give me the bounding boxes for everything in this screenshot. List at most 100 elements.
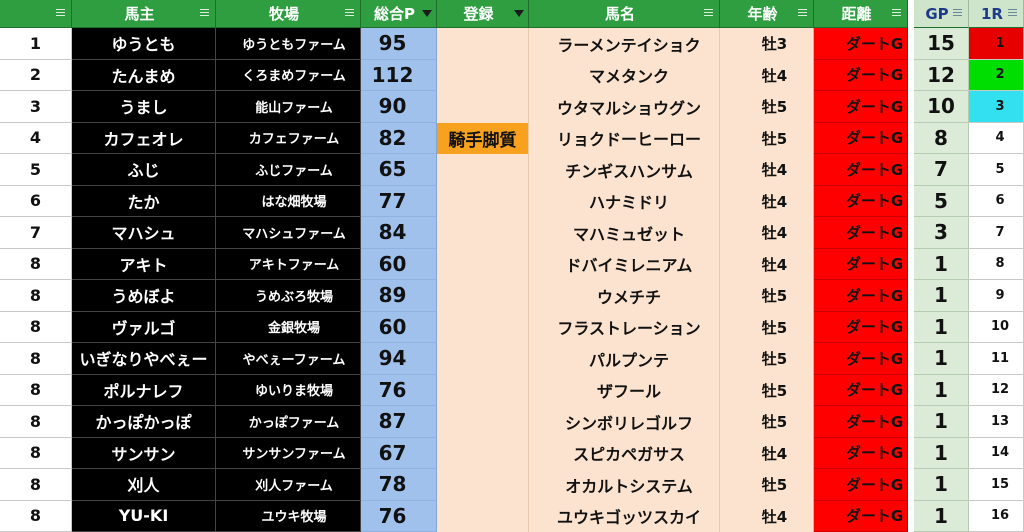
registration-cell[interactable] [437, 248, 529, 280]
horse-name-cell[interactable]: パルプンテ [529, 343, 720, 375]
round1-cell[interactable]: 15 [969, 469, 1024, 501]
round1-cell[interactable]: 12 [969, 374, 1024, 406]
gp-cell[interactable]: 1 [914, 374, 969, 406]
header-registration[interactable]: 登録 [437, 0, 529, 28]
round1-cell[interactable]: 3 [969, 91, 1024, 123]
filter-dropdown-icon[interactable] [798, 8, 809, 19]
filter-dropdown-icon[interactable] [1008, 8, 1019, 19]
points-cell[interactable]: 87 [361, 406, 437, 438]
header-owner[interactable]: 馬主 [72, 0, 216, 28]
owner-cell[interactable]: たんまめ [72, 59, 216, 91]
owner-cell[interactable]: ふじ [72, 154, 216, 186]
points-cell[interactable]: 76 [361, 500, 437, 532]
registration-cell[interactable] [437, 59, 529, 91]
points-cell[interactable]: 82 [361, 122, 437, 154]
owner-cell[interactable]: ゆうとも [72, 28, 216, 60]
rank-cell[interactable]: 8 [0, 469, 72, 501]
points-cell[interactable]: 77 [361, 185, 437, 217]
round1-cell[interactable]: 4 [969, 122, 1024, 154]
owner-cell[interactable]: うめぼよ [72, 280, 216, 312]
owner-cell[interactable]: アキト [72, 248, 216, 280]
distance-cell[interactable]: ダートG [814, 28, 908, 60]
farm-cell[interactable]: うめぶろ牧場 [216, 280, 361, 312]
points-cell[interactable]: 95 [361, 28, 437, 60]
distance-cell[interactable]: ダートG [814, 500, 908, 532]
farm-cell[interactable]: 刈人ファーム [216, 469, 361, 501]
rank-cell[interactable]: 8 [0, 437, 72, 469]
registration-cell[interactable] [437, 406, 529, 438]
rank-cell[interactable]: 5 [0, 154, 72, 186]
gp-cell[interactable]: 15 [914, 28, 969, 60]
rank-cell[interactable]: 8 [0, 280, 72, 312]
farm-cell[interactable]: ゆいりま牧場 [216, 374, 361, 406]
horse-name-cell[interactable]: ドバイミレニアム [529, 248, 720, 280]
round1-cell[interactable]: 16 [969, 500, 1024, 532]
rank-cell[interactable]: 2 [0, 59, 72, 91]
distance-cell[interactable]: ダートG [814, 374, 908, 406]
rank-cell[interactable]: 4 [0, 122, 72, 154]
horse-name-cell[interactable]: フラストレーション [529, 311, 720, 343]
gp-cell[interactable]: 1 [914, 311, 969, 343]
age-cell[interactable]: 牡5 [720, 469, 814, 501]
gp-cell[interactable]: 1 [914, 280, 969, 312]
gp-cell[interactable]: 12 [914, 59, 969, 91]
header-r1[interactable]: 1R [969, 0, 1024, 28]
distance-cell[interactable]: ダートG [814, 217, 908, 249]
farm-cell[interactable]: ふじファーム [216, 154, 361, 186]
age-cell[interactable]: 牡5 [720, 91, 814, 123]
distance-cell[interactable]: ダートG [814, 280, 908, 312]
farm-cell[interactable]: マハシュファーム [216, 217, 361, 249]
gp-cell[interactable]: 10 [914, 91, 969, 123]
round1-cell[interactable]: 8 [969, 248, 1024, 280]
filter-dropdown-icon[interactable] [56, 8, 67, 19]
rank-cell[interactable]: 8 [0, 406, 72, 438]
distance-cell[interactable]: ダートG [814, 91, 908, 123]
horse-name-cell[interactable]: シンボリレゴルフ [529, 406, 720, 438]
farm-cell[interactable]: やべぇーファーム [216, 343, 361, 375]
filter-active-icon[interactable] [513, 8, 524, 19]
round1-cell[interactable]: 14 [969, 437, 1024, 469]
age-cell[interactable]: 牡4 [720, 248, 814, 280]
distance-cell[interactable]: ダートG [814, 59, 908, 91]
rank-cell[interactable]: 3 [0, 91, 72, 123]
points-cell[interactable]: 89 [361, 280, 437, 312]
round1-cell[interactable]: 11 [969, 343, 1024, 375]
age-cell[interactable]: 牡3 [720, 28, 814, 60]
rank-cell[interactable]: 7 [0, 217, 72, 249]
distance-cell[interactable]: ダートG [814, 343, 908, 375]
age-cell[interactable]: 牡5 [720, 122, 814, 154]
round1-cell[interactable]: 6 [969, 185, 1024, 217]
gp-cell[interactable]: 1 [914, 343, 969, 375]
points-cell[interactable]: 94 [361, 343, 437, 375]
round1-cell[interactable]: 10 [969, 311, 1024, 343]
rank-cell[interactable]: 8 [0, 248, 72, 280]
filter-dropdown-icon[interactable] [345, 8, 356, 19]
age-cell[interactable]: 牡4 [720, 500, 814, 532]
horse-name-cell[interactable]: ユウキゴッツスカイ [529, 500, 720, 532]
owner-cell[interactable]: 刈人 [72, 469, 216, 501]
gp-cell[interactable]: 7 [914, 154, 969, 186]
filter-dropdown-icon[interactable] [200, 8, 211, 19]
horse-name-cell[interactable]: リョクドーヒーロー [529, 122, 720, 154]
horse-name-cell[interactable]: ハナミドリ [529, 185, 720, 217]
farm-cell[interactable]: 能山ファーム [216, 91, 361, 123]
horse-name-cell[interactable]: チンギスハンサム [529, 154, 720, 186]
header-horse[interactable]: 馬名 [529, 0, 720, 28]
farm-cell[interactable]: くろまめファーム [216, 59, 361, 91]
gp-cell[interactable]: 1 [914, 437, 969, 469]
points-cell[interactable]: 60 [361, 248, 437, 280]
round1-cell[interactable]: 5 [969, 154, 1024, 186]
registration-cell[interactable] [437, 311, 529, 343]
rank-cell[interactable]: 1 [0, 28, 72, 60]
header-points[interactable]: 総合P [361, 0, 437, 28]
horse-name-cell[interactable]: マメタンク [529, 59, 720, 91]
rank-cell[interactable]: 8 [0, 374, 72, 406]
age-cell[interactable]: 牡5 [720, 311, 814, 343]
round1-cell[interactable]: 1 [969, 28, 1024, 60]
gp-cell[interactable]: 1 [914, 406, 969, 438]
points-cell[interactable]: 65 [361, 154, 437, 186]
age-cell[interactable]: 牡4 [720, 154, 814, 186]
distance-cell[interactable]: ダートG [814, 469, 908, 501]
registration-cell[interactable]: 騎手脚質 [437, 122, 529, 154]
gp-cell[interactable]: 8 [914, 122, 969, 154]
